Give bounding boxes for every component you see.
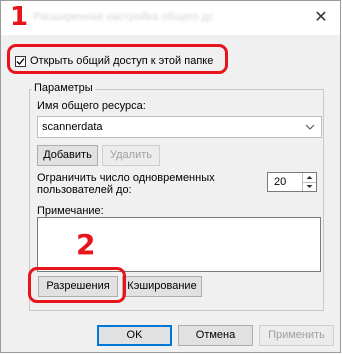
caching-button[interactable]: Кэширование [122,276,202,297]
title-bar: Расширенная настройка общего доступа ✕ [1,1,340,35]
dialog-title: Расширенная настройка общего доступа [33,11,213,23]
parameters-group-label: Параметры [32,82,95,95]
remove-button[interactable]: Удалить [102,145,160,166]
share-name-label: Имя общего ресурса: [37,100,146,112]
user-limit-value: 20 [274,176,287,188]
limit-users-label-line2: пользователей до: [37,184,132,196]
chevron-down-icon [305,124,315,130]
step1-highlight [7,44,228,74]
add-button[interactable]: Добавить [37,145,98,166]
spinner-buttons [302,173,316,191]
apply-button[interactable]: Применить [259,325,334,346]
cancel-button[interactable]: Отмена [178,325,253,346]
ok-button[interactable]: OK [97,325,172,346]
limit-users-label-line1: Ограничить число одновременных [37,172,215,184]
share-name-value: scannerdata [42,121,103,133]
step2-highlight [28,267,126,303]
step-number-1: 1 [10,2,29,32]
share-name-combobox[interactable]: scannerdata [37,116,322,138]
comment-label: Примечание: [37,205,104,217]
spin-down-icon[interactable] [303,182,316,191]
step-number-2: 2 [76,228,96,261]
close-icon[interactable]: ✕ [310,7,332,29]
user-limit-spinner[interactable]: 20 [267,172,317,192]
